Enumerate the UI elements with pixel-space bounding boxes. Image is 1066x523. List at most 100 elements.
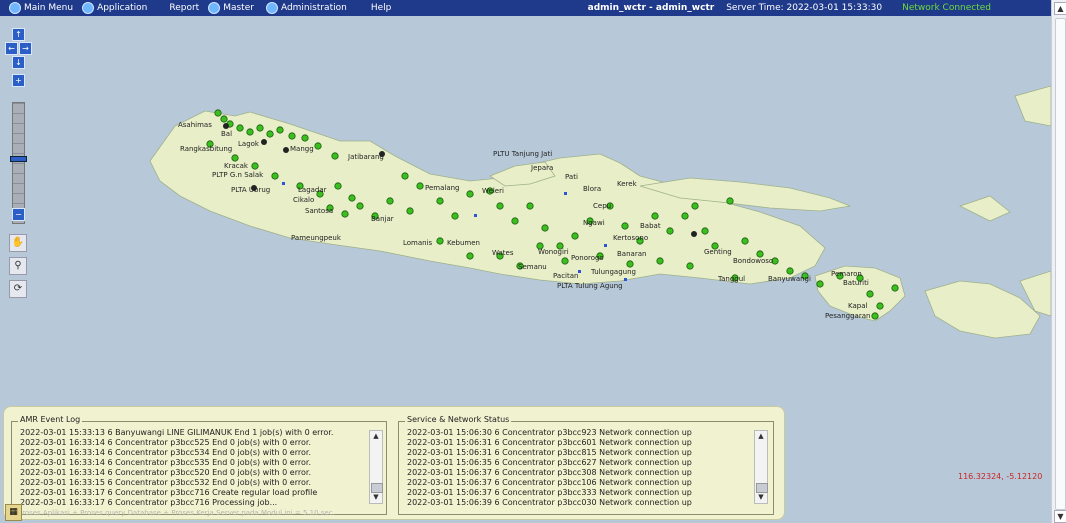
place-label: Banyuwangi (768, 275, 811, 283)
network-log-line: 2022-03-01 15:06:37 6 Concentrator p3bcc… (407, 468, 692, 477)
map-coordinates: 116.32324, -5.12120 (958, 472, 1043, 481)
place-label: Kebumen (447, 239, 480, 247)
menu-administration[interactable]: Administration (265, 2, 347, 14)
menu-master-label: Master (223, 3, 254, 13)
menu-application[interactable]: Application (82, 2, 147, 14)
zoom-in-icon[interactable]: + (12, 74, 25, 87)
place-label: Pati (565, 173, 578, 181)
pan-right-icon[interactable]: → (19, 42, 32, 55)
place-label: PLTA Ubrug (231, 186, 271, 194)
pan-down-icon[interactable]: ↓ (12, 56, 25, 69)
hand-pan-icon[interactable]: ✋ (9, 234, 27, 252)
page-scrollbar[interactable]: ▲ ▼ (1051, 0, 1066, 523)
user-label: admin_wctr - admin_wctr (587, 3, 715, 13)
scroll-up-icon[interactable]: ▲ (370, 431, 382, 441)
place-label: Kerek (617, 180, 637, 188)
place-label: Pesanggaran (825, 312, 871, 320)
place-label: Lagok (238, 140, 259, 148)
place-label: Wonogiri (538, 248, 569, 256)
network-log-line: 2022-03-01 15:06:37 6 Concentrator p3bcc… (407, 478, 692, 487)
event-log-line: 2022-03-01 16:33:14 6 Concentrator p3bcc… (20, 448, 311, 457)
network-log-line: 2022-03-01 15:06:30 6 Concentrator p3bcc… (407, 428, 692, 437)
event-log-line: 2022-03-01 16:33:15 6 Concentrator p3bcc… (20, 478, 311, 487)
network-log-line: 2022-03-01 15:06:37 6 Concentrator p3bcc… (407, 488, 692, 497)
pan-left-icon[interactable]: ← (5, 42, 18, 55)
place-label: Ngawi (583, 219, 605, 227)
scroll-down-icon[interactable]: ▼ (370, 492, 382, 502)
place-label: Kertosono (613, 234, 649, 242)
place-label: Pacitan (553, 272, 579, 280)
zoom-slider[interactable] (12, 102, 25, 224)
event-log-line: 2022-03-01 16:33:17 6 Concentrator p3bcc… (20, 498, 278, 507)
scroll-thumb[interactable] (1055, 18, 1066, 510)
refresh-icon[interactable]: ⟳ (9, 280, 27, 298)
pan-up-icon[interactable]: ↑ (12, 28, 25, 41)
place-label: Lomanis (403, 239, 433, 247)
log-panel: AMR Event Log 2022-03-01 15:33:13 6 Bany… (3, 406, 785, 520)
event-log-scrollbar[interactable]: ▲ ▼ (369, 430, 383, 504)
scroll-down-icon[interactable]: ▼ (1054, 510, 1066, 523)
zoom-slider-thumb[interactable] (10, 156, 27, 162)
place-label: PLTP G.n Salak (212, 171, 264, 179)
event-log-title: AMR Event Log (18, 415, 83, 424)
place-label: Bal (221, 130, 233, 138)
place-label: Asahimas (178, 121, 212, 129)
event-log-line: 2022-03-01 16:33:14 6 Concentrator p3bcc… (20, 438, 311, 447)
place-label: Cikalo (293, 196, 315, 204)
network-status-group: Service & Network Status 2022-03-01 15:0… (398, 415, 774, 515)
event-log-line: 2022-03-01 15:33:13 6 Banyuwangi LINE GI… (20, 428, 334, 437)
place-label: Babat (640, 222, 661, 230)
place-label: Banaran (617, 250, 647, 258)
globe-icon (265, 2, 278, 14)
menu-help-label: Help (370, 3, 392, 13)
place-label: Pameungpeuk (291, 234, 341, 242)
network-log-line: 2022-03-01 15:06:35 6 Concentrator p3bcc… (407, 458, 692, 467)
network-log-scrollbar[interactable]: ▲ ▼ (754, 430, 768, 504)
event-log-line: 2022-03-01 16:33:14 6 Concentrator p3bcc… (20, 468, 311, 477)
place-label: Lagadar (298, 186, 327, 194)
place-label: Kracak (224, 162, 248, 170)
server-time: Server Time: 2022-03-01 15:33:30 (726, 3, 883, 13)
place-label: Mangg (290, 145, 314, 153)
place-label: Santosa (305, 207, 334, 215)
place-label: Tanggul (718, 275, 746, 283)
event-log-group: AMR Event Log 2022-03-01 15:33:13 6 Bany… (11, 415, 387, 515)
menu-main[interactable]: Main Menu (9, 2, 73, 14)
place-label: Kapal (848, 302, 868, 310)
menu-report[interactable]: Report (169, 3, 199, 13)
place-label: Rangkasbitung (180, 145, 233, 153)
network-status: Network Connected (902, 3, 991, 13)
place-label: Cepu (593, 202, 612, 210)
scroll-down-icon[interactable]: ▼ (755, 492, 767, 502)
globe-icon (9, 2, 21, 14)
zoom-out-icon[interactable]: − (12, 208, 25, 221)
magnifier-icon[interactable]: ⚲ (9, 257, 27, 275)
globe-icon (82, 2, 95, 14)
place-label: Pemalang (425, 184, 460, 192)
processing-time-status: Proses Aplikasi + Proses query Database … (18, 509, 335, 517)
place-label: Wates (492, 249, 514, 257)
place-label: Baturiti (843, 279, 869, 287)
menu-help[interactable]: Help (371, 3, 392, 13)
network-log-title: Service & Network Status (405, 415, 512, 424)
place-label: Bondowoso (733, 257, 774, 265)
place-label: Jatibarang (348, 153, 384, 161)
network-log-list[interactable]: 2022-03-01 15:06:30 6 Concentrator p3bcc… (407, 428, 747, 508)
event-log-line: 2022-03-01 16:33:14 6 Concentrator p3bcc… (20, 458, 311, 467)
grid-icon[interactable]: ▦ (5, 504, 22, 521)
menu-report-label: Report (169, 3, 200, 13)
event-log-list[interactable]: 2022-03-01 15:33:13 6 Banyuwangi LINE GI… (20, 428, 360, 508)
scroll-up-icon[interactable]: ▲ (755, 431, 767, 441)
place-label: Genting (704, 248, 732, 256)
place-label: PLTA Tulung Agung (557, 282, 623, 290)
menu-application-label: Application (97, 3, 148, 13)
place-label: Jepara (531, 164, 554, 172)
menu-administration-label: Administration (280, 3, 347, 13)
network-log-line: 2022-03-01 15:06:31 6 Concentrator p3bcc… (407, 448, 692, 457)
menu-master[interactable]: Master (208, 2, 254, 14)
scroll-up-icon[interactable]: ▲ (1054, 2, 1066, 15)
menu-bar: Main Menu Application Report Master Admi… (0, 0, 1051, 16)
place-label: PLTU Tanjung Jati (493, 150, 553, 158)
network-log-line: 2022-03-01 15:06:39 6 Concentrator p3bcc… (407, 498, 692, 507)
globe-icon (208, 2, 221, 14)
